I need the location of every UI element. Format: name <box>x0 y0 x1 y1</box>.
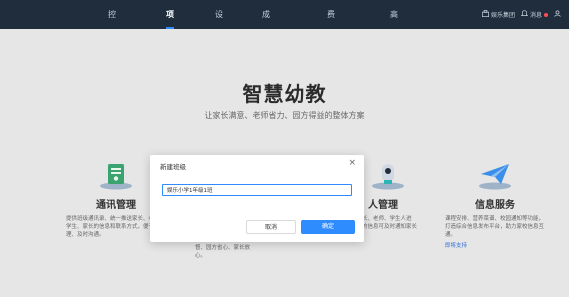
feature-desc: 督、园方省心、家长放心。 <box>195 245 251 259</box>
bell-icon <box>520 10 529 19</box>
cancel-button[interactable]: 取消 <box>246 220 296 234</box>
user-menu[interactable] <box>554 10 561 19</box>
feature-info-service: 信息服务 课程安排、营养菜谱、校园通知等功能，打造综合信息发布平台，助力家校信息… <box>445 160 545 249</box>
class-name-input[interactable] <box>162 184 352 196</box>
camera-icon <box>370 160 406 190</box>
nav-item-device[interactable]: 设备 <box>215 0 223 48</box>
org-name: 娱乐集团 <box>490 12 515 19</box>
nav-item-advanced[interactable]: 高级 <box>390 0 398 48</box>
top-right-actions: 娱乐集团 消息 <box>481 0 561 29</box>
confirm-button[interactable]: 确定 <box>301 220 355 234</box>
org-switch[interactable]: 娱乐集团 <box>481 10 515 19</box>
nav-item-billing[interactable]: 费用中心 <box>327 0 335 106</box>
feature-title: 人管理 <box>368 200 398 211</box>
nav-item-project[interactable]: 项目 <box>166 0 174 48</box>
user-icon <box>554 10 561 19</box>
contact-book-icon <box>98 160 134 190</box>
messages[interactable]: 消息 <box>520 10 548 19</box>
messages-label: 消息 <box>529 12 542 19</box>
feature-desc: 课程安排、营养菜谱、校园通知等功能，打造综合信息发布平台，助力家校信息互通。 <box>445 216 545 238</box>
top-navigation-bar: 控制台 项目 设备 成员管理 费用中心 高级 娱乐集团 消息 <box>0 0 569 106</box>
dialog-title: 新建班级 <box>160 163 186 171</box>
hero-subtitle: 让家长满意、老师省力、园方得益的整体方案 <box>204 111 365 120</box>
nav-item-console[interactable]: 控制台 <box>108 0 116 77</box>
feature-partial: 督、园方省心、家长放心。 <box>195 244 255 260</box>
message-badge <box>544 12 548 17</box>
paper-plane-icon <box>477 160 513 190</box>
nav-item-members[interactable]: 成员管理 <box>262 0 270 106</box>
coming-soon-link[interactable]: 即将支持 <box>445 241 545 249</box>
org-icon <box>481 10 489 19</box>
feature-title: 信息服务 <box>475 200 515 211</box>
close-icon[interactable]: × <box>348 158 356 168</box>
hero-title: 智慧幼教 <box>242 82 327 106</box>
new-class-dialog: 新建班级 × 取消 确定 <box>150 155 364 242</box>
